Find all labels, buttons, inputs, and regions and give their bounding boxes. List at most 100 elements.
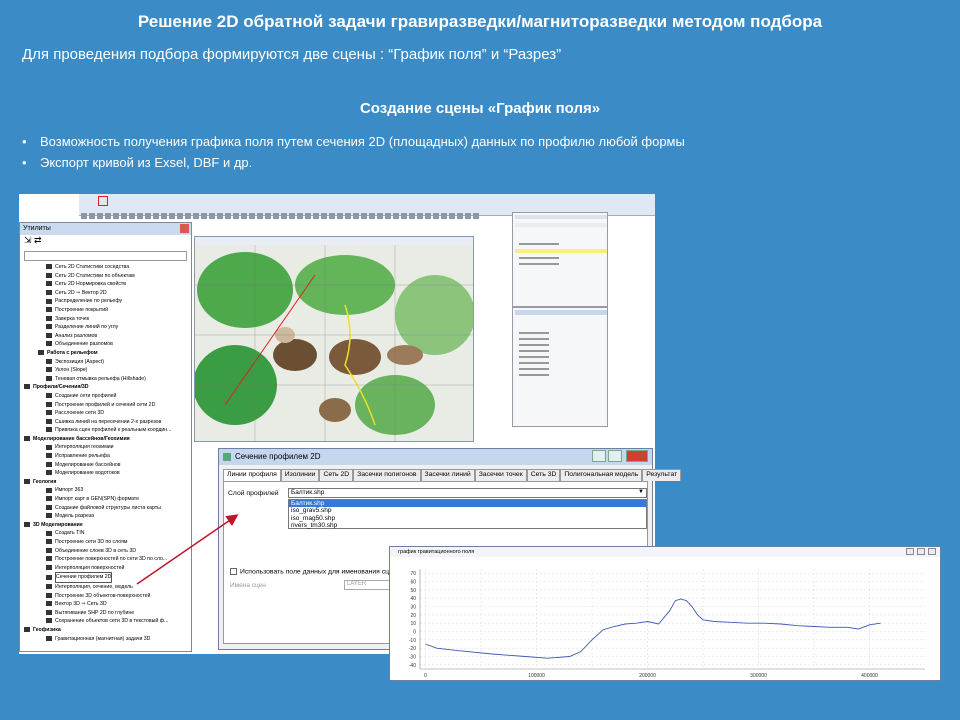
tree-item[interactable]: Сохранение объектов сети 3D в текстовый … — [24, 617, 191, 626]
tree-item[interactable]: Интерполяция геохимии — [24, 443, 191, 452]
layer-option[interactable]: Балтик.shp — [289, 500, 646, 508]
slide-subtitle: Для проведения подбора формируются две с… — [22, 46, 562, 63]
tree-item[interactable]: Импорт карт в GEN(SPN) формате — [24, 495, 191, 504]
tab-item[interactable]: Сеть 2D — [319, 469, 354, 481]
tree-item[interactable]: Создание сети профилей — [24, 392, 191, 401]
tool-icon — [46, 307, 52, 313]
x-tick-label: 300000 — [750, 673, 767, 679]
layer-option[interactable]: iso_mag50.shp — [289, 515, 646, 522]
tree-item[interactable]: Геофизика — [24, 626, 191, 635]
y-tick-label: -10 — [409, 638, 416, 644]
tree-item[interactable]: Построение покрытий — [24, 306, 191, 315]
x-tick-label: 100000 — [528, 673, 545, 679]
tree-item-label: Построение покрытий — [55, 306, 109, 313]
tree-item[interactable]: Построение 3D объектов-поверхностей — [24, 592, 191, 601]
tree-item[interactable]: Сеть 2D Нормировка свойств — [24, 280, 191, 289]
tree-item[interactable]: Моделирование водотоков — [24, 469, 191, 478]
field-map — [195, 245, 473, 441]
tree-item-label: Разделение линий по углу — [55, 324, 119, 331]
tree-item[interactable]: Создать TIN — [24, 529, 191, 538]
maximize-button[interactable] — [608, 450, 622, 462]
tool-icon — [46, 609, 52, 615]
tab-item[interactable]: Полигональная модель — [560, 469, 643, 481]
tree-item[interactable]: Построение сети 3D по слоям — [24, 538, 191, 547]
tree-item[interactable]: Распределение по рельефу — [24, 297, 191, 306]
gear-icon — [24, 627, 30, 633]
tree-item[interactable]: Сеть 2D ⇒ Вектор 2D — [24, 289, 191, 298]
minimize-button[interactable] — [906, 548, 914, 555]
tree-item[interactable]: Экспозиция (Aspect) — [24, 358, 191, 367]
close-button[interactable] — [626, 450, 648, 462]
tree-item[interactable]: Расслоение сети 3D — [24, 409, 191, 418]
tree-item-label: Сеть 2D ⇒ Вектор 2D — [55, 289, 107, 296]
close-icon[interactable] — [180, 224, 189, 233]
tree-item[interactable]: Вытягивание SHP 2D по глубине — [24, 609, 191, 618]
tree-item[interactable]: Исправление рельефа — [24, 452, 191, 461]
tree-item[interactable]: Модель разреза — [24, 512, 191, 521]
tool-icon — [46, 601, 52, 607]
y-tick-label: 50 — [410, 588, 416, 594]
tree-item[interactable]: Сеть 2D Статистики соседства — [24, 263, 191, 272]
tree-item[interactable]: Объединение слоев 3D в сеть 3D — [24, 547, 191, 556]
tab-item[interactable]: Засечки полигонов — [353, 469, 421, 481]
tree-item-label: Создать TIN — [55, 530, 85, 537]
tree-item[interactable]: Сеть 2D Статистики по объектам — [24, 272, 191, 281]
tree-item-label: Вектор 3D ⇒ Сеть 3D — [55, 601, 107, 608]
layer-option[interactable]: iso_grav5.shp — [289, 507, 646, 514]
tree-item[interactable]: Построение поверхностей по сети 3D по сл… — [24, 555, 191, 564]
tab-item[interactable]: Засечки точек — [474, 469, 527, 481]
tree-item[interactable]: Интерполяция поверхностей — [24, 564, 191, 573]
tree-item[interactable]: Профили/Сечения/3D — [24, 383, 191, 392]
tree-item[interactable]: Моделирование бассейнов — [24, 461, 191, 470]
tool-icon — [46, 393, 52, 399]
tree-item[interactable]: Уклон (Slope) — [24, 366, 191, 375]
layer-dropdown-list[interactable]: Балтик.shp iso_grav5.shp iso_mag50.shp rive… — [288, 499, 647, 529]
minimize-button[interactable] — [592, 450, 606, 462]
utilities-search-input[interactable] — [24, 251, 187, 261]
tree-item[interactable]: Построение профилей и сечений сети 2D — [24, 401, 191, 410]
tool-icon — [46, 281, 52, 287]
gear-icon — [24, 436, 30, 441]
x-tick-label: 200000 — [639, 673, 656, 679]
tree-item-label: Сеть 2D Нормировка свойств — [55, 281, 127, 288]
tool-icon — [46, 530, 52, 536]
tree-item-label: Распределение по рельефу — [55, 298, 123, 305]
tree-item[interactable]: Заверка точек — [24, 315, 191, 324]
layer-option[interactable]: rivers_tm30.shp — [289, 522, 646, 529]
tree-item-label: Сеть 2D Статистики соседства — [55, 264, 130, 270]
utilities-title: Утилиты — [23, 225, 51, 232]
tool-icon — [46, 444, 52, 450]
bullet-list: Возможность получения графика поля путем… — [22, 134, 685, 176]
tree-item[interactable]: Гравитационная (магнитная) задачи 3D — [24, 635, 191, 644]
tree-item[interactable]: Теневая отмывка рельефа (Hillshade) — [24, 375, 191, 384]
tree-item[interactable]: Импорт 363 — [24, 486, 191, 495]
tree-item[interactable]: 3D Моделирование — [24, 521, 191, 530]
tab-item[interactable]: Изолинии — [280, 469, 320, 481]
tab-item[interactable]: Сеть 3D — [526, 469, 561, 481]
tree-item[interactable]: Сшивка линий на пересечении 2-х разрезов — [24, 418, 191, 427]
tree-item[interactable]: Привязка сцен профилей к реальным коорди… — [24, 426, 191, 435]
use-field-checkbox[interactable]: Использовать поле данных для именования … — [230, 568, 396, 575]
tree-item[interactable]: Работа с рельефом — [24, 349, 191, 358]
close-button[interactable] — [928, 548, 936, 555]
tab-item[interactable]: Засечки линий — [420, 469, 475, 481]
chevron-down-icon: ▼ — [638, 489, 644, 495]
tree-item[interactable]: Сечение профилем 2D — [24, 572, 191, 583]
tool-icon — [46, 584, 52, 590]
tree-item-label: Заверка точек — [55, 315, 90, 322]
tree-item[interactable]: Объединение разломов — [24, 340, 191, 349]
tree-item[interactable]: Разделение линий по углу — [24, 323, 191, 332]
tree-item[interactable]: Моделирование бассейнов/Геохимия — [24, 435, 191, 444]
app-icon — [223, 453, 231, 461]
tree-item[interactable]: Вектор 3D ⇒ Сеть 3D — [24, 600, 191, 609]
tab-item[interactable]: Линии профиля — [223, 469, 281, 481]
tree-item-label: Импорт 363 — [55, 487, 84, 494]
graph-title: график гравитационного поля — [398, 549, 475, 555]
layer-select[interactable]: Балтик.shp ▼ — [288, 488, 647, 498]
tab-item[interactable]: Результат — [642, 469, 682, 481]
tree-item[interactable]: Создание файловой структуры листа карты — [24, 504, 191, 513]
maximize-button[interactable] — [917, 548, 925, 555]
tree-item[interactable]: Геология — [24, 478, 191, 487]
tree-item[interactable]: Анализ разломов — [24, 332, 191, 341]
tree-item[interactable]: Интерполяция, сечение, модель — [24, 583, 191, 592]
